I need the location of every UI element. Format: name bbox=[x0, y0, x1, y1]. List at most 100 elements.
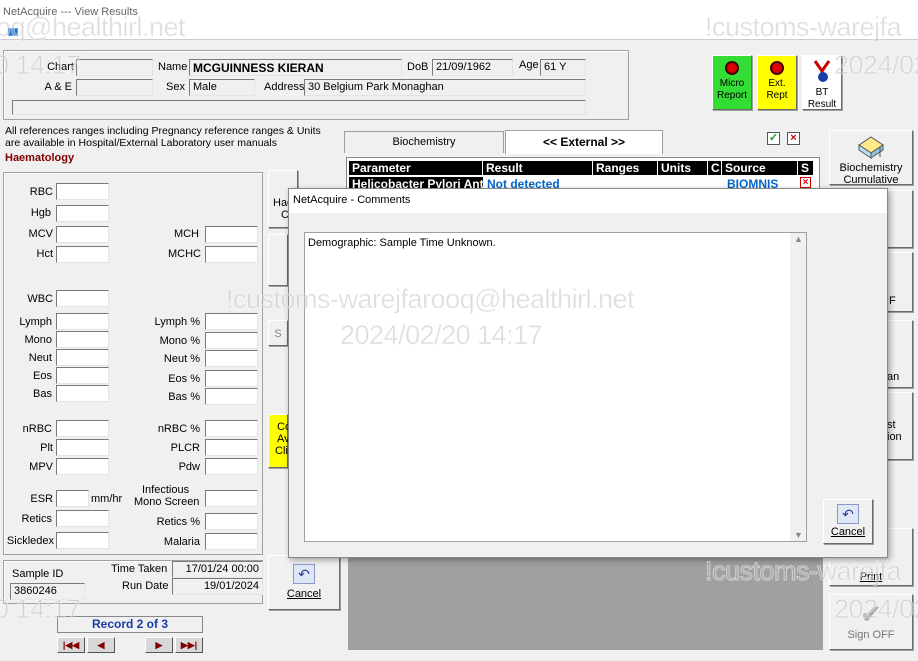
last-record-button[interactable]: ▶▶| bbox=[175, 637, 203, 653]
biochemistry-cumulative-button[interactable]: Biochemistry Cumulative bbox=[829, 130, 913, 186]
malaria-field[interactable] bbox=[205, 533, 258, 550]
sample-id-field[interactable]: 3860246 bbox=[10, 583, 85, 600]
sign-off-icon: ✔ bbox=[860, 599, 882, 629]
next-record-button[interactable]: ▶ bbox=[145, 637, 173, 653]
dob-label: DoB bbox=[407, 61, 429, 73]
mchc-field[interactable] bbox=[205, 246, 258, 263]
infectious-label-2: Mono Screen bbox=[134, 496, 200, 508]
mpv-label: MPV bbox=[29, 461, 53, 473]
eos-pct-field[interactable] bbox=[205, 370, 258, 387]
retics-pct-field[interactable] bbox=[205, 513, 258, 530]
mono-pct-label: Mono % bbox=[159, 335, 200, 347]
last-record-icon: ▶▶| bbox=[180, 639, 198, 650]
sign-off-label: Sign OFF bbox=[847, 629, 895, 641]
dob-field[interactable]: 21/09/1962 bbox=[432, 59, 513, 76]
mcv-field[interactable] bbox=[56, 226, 109, 243]
bas-field[interactable] bbox=[56, 385, 109, 402]
neut-pct-field[interactable] bbox=[205, 350, 258, 367]
ext-report-label: Ext. Rept bbox=[766, 78, 788, 101]
middle-s-label: S bbox=[274, 328, 282, 340]
bas-label: Bas bbox=[33, 388, 52, 400]
neut-field[interactable] bbox=[56, 349, 109, 366]
window-title: NetAcquire --- View Results bbox=[3, 6, 138, 18]
record-text: Record 2 of 3 bbox=[91, 617, 169, 631]
comment-scrollbar[interactable]: ▲ ▼ bbox=[790, 233, 806, 541]
ae-field[interactable] bbox=[76, 79, 153, 96]
patient-name-field[interactable]: MCGUINNESS KIERAN bbox=[189, 59, 402, 76]
tab-external[interactable]: << External >> bbox=[505, 130, 663, 154]
yellow-label-3: Cli bbox=[275, 445, 288, 457]
eos-field[interactable] bbox=[56, 367, 109, 384]
rbc-field[interactable] bbox=[56, 183, 109, 200]
mono-field[interactable] bbox=[56, 331, 109, 348]
sickledex-field[interactable] bbox=[56, 532, 109, 549]
col-header-units: Units bbox=[658, 161, 708, 175]
neut-label: Neut bbox=[28, 352, 52, 364]
sign-off-button[interactable]: ✔ Sign OFF bbox=[829, 594, 913, 650]
mch-field[interactable] bbox=[205, 226, 258, 243]
mpv-field[interactable] bbox=[56, 458, 109, 475]
hct-field[interactable] bbox=[56, 246, 109, 263]
lymph-field[interactable] bbox=[56, 313, 109, 330]
eos-label: Eos bbox=[33, 370, 52, 382]
chart-label: Chart bbox=[47, 61, 74, 73]
micro-report-button[interactable]: Micro Report bbox=[712, 55, 752, 110]
mono-pct-field[interactable] bbox=[205, 332, 258, 349]
bt-result-button[interactable]: BT Result bbox=[802, 55, 842, 110]
plt-field[interactable] bbox=[56, 439, 109, 456]
esr-field[interactable] bbox=[56, 490, 89, 507]
sex-field[interactable]: Male bbox=[189, 79, 255, 96]
nrbc-pct-field[interactable] bbox=[205, 420, 258, 437]
undo-icon: ↶ bbox=[293, 564, 315, 584]
right-button-3[interactable]: F bbox=[886, 252, 913, 312]
run-date-field[interactable]: 19/01/2024 bbox=[172, 578, 263, 595]
comment-textarea[interactable]: Demographic: Sample Time Unknown. ▲ ▼ bbox=[304, 232, 807, 542]
eos-pct-label: Eos % bbox=[168, 373, 200, 385]
time-taken-field[interactable]: 17/01/24 00:00 bbox=[172, 561, 263, 578]
hgb-field[interactable] bbox=[56, 205, 109, 222]
watermark-text: 2024/02 bbox=[833, 50, 918, 81]
scroll-up-icon[interactable]: ▲ bbox=[794, 234, 803, 244]
right-button-4[interactable]: an bbox=[886, 320, 913, 388]
comments-dialog-titlebar: NetAcquire - Comments bbox=[289, 189, 887, 213]
right-button-3-label: F bbox=[889, 295, 896, 307]
haematology-title: Haematology bbox=[5, 152, 75, 164]
right-button-5[interactable]: st ion bbox=[886, 392, 913, 460]
middle-blank-button[interactable] bbox=[268, 234, 288, 286]
demographic-extra-field[interactable] bbox=[12, 100, 586, 115]
main-cancel-button[interactable]: ↶ Cancel bbox=[268, 555, 340, 610]
age-field[interactable]: 61 Y bbox=[540, 59, 586, 76]
esr-label: ESR bbox=[30, 493, 53, 505]
scroll-down-icon[interactable]: ▼ bbox=[794, 530, 803, 540]
blood-tube-icon bbox=[813, 60, 831, 82]
red-light-icon bbox=[725, 61, 739, 75]
window-icon bbox=[8, 28, 18, 36]
lymph-pct-field[interactable] bbox=[205, 313, 258, 330]
wbc-field[interactable] bbox=[56, 290, 109, 307]
validate-checkbox[interactable]: ✓ bbox=[767, 132, 780, 145]
right-button-2[interactable] bbox=[886, 190, 913, 248]
pdw-field[interactable] bbox=[205, 458, 258, 475]
address-field[interactable]: 30 Belgium Park Monaghan bbox=[304, 79, 586, 96]
plt-label: Plt bbox=[40, 442, 53, 454]
retics-field[interactable] bbox=[56, 510, 109, 527]
bt-result-label: BT Result bbox=[807, 87, 837, 110]
middle-s-button[interactable]: S bbox=[268, 320, 288, 346]
prev-record-icon: ◀ bbox=[97, 639, 105, 650]
lymph-pct-label: Lymph % bbox=[154, 316, 200, 328]
row-status-icon[interactable]: × bbox=[800, 177, 811, 188]
infectious-mono-field[interactable] bbox=[205, 490, 258, 507]
bas-pct-field[interactable] bbox=[205, 388, 258, 405]
first-record-icon: |◀◀ bbox=[62, 639, 80, 650]
dialog-cancel-button[interactable]: ↶ Cancel bbox=[823, 499, 873, 544]
ext-report-button[interactable]: Ext. Rept bbox=[757, 55, 797, 110]
chart-field[interactable] bbox=[76, 59, 153, 76]
nrbc-field[interactable] bbox=[56, 420, 109, 437]
tab-biochemistry[interactable]: Biochemistry bbox=[344, 131, 504, 153]
plcr-field[interactable] bbox=[205, 439, 258, 456]
window-title-bar: NetAcquire --- View Results bbox=[0, 0, 918, 26]
reject-checkbox[interactable]: × bbox=[787, 132, 800, 145]
prev-record-button[interactable]: ◀ bbox=[87, 637, 115, 653]
comments-available-button[interactable]: Co Av Cli bbox=[268, 414, 291, 468]
first-record-button[interactable]: |◀◀ bbox=[57, 637, 85, 653]
